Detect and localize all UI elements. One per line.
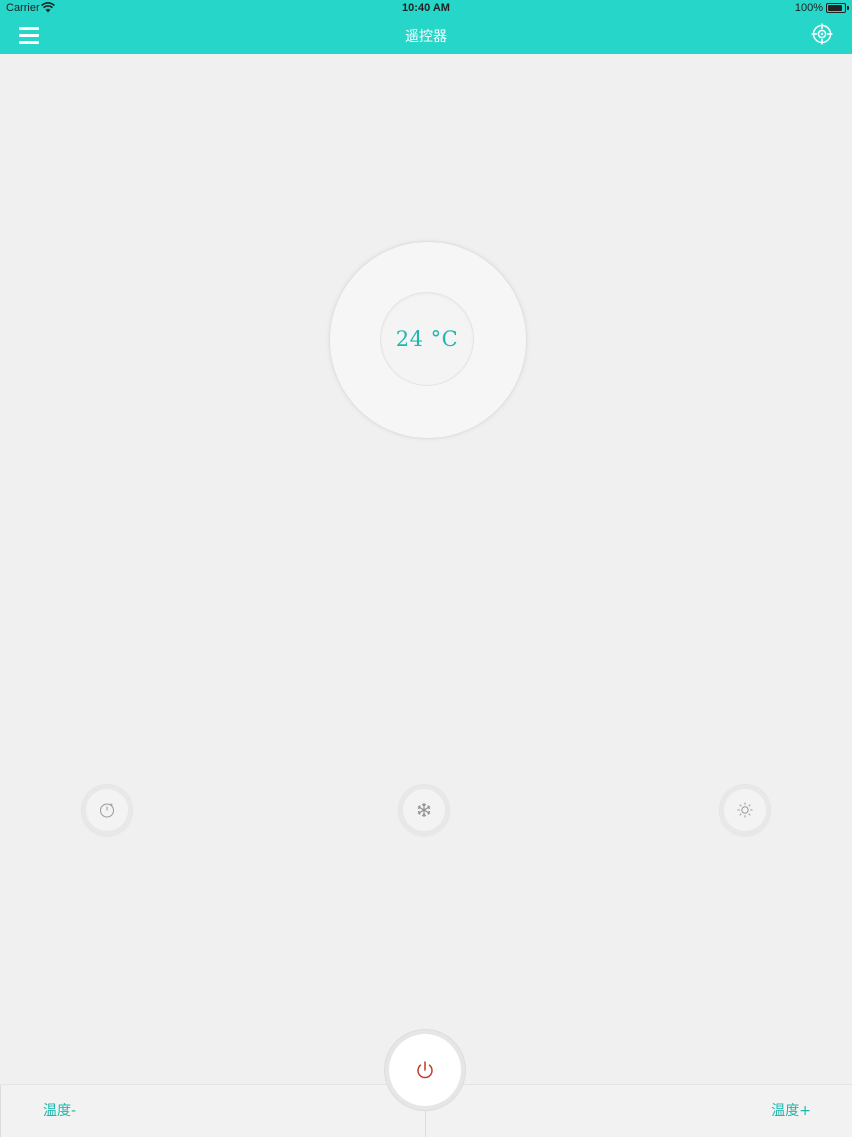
temperature-display: 24 °C [381, 293, 473, 385]
battery-percent: 100% [794, 2, 823, 14]
power-icon [417, 1061, 433, 1079]
crosshair-target-icon[interactable] [811, 23, 833, 45]
page-title: 遥控器 [405, 29, 447, 45]
battery-icon [826, 3, 846, 13]
cool-mode-button[interactable] [399, 785, 449, 835]
status-bar: Carrier 10:40 AM 100% [0, 0, 852, 17]
temperature-dial: 24 °C [330, 242, 526, 438]
status-time: 10:40 AM [402, 2, 450, 14]
power-button[interactable] [389, 1034, 461, 1106]
sun-icon [737, 802, 753, 818]
heat-mode-button[interactable] [720, 785, 770, 835]
temp-down-button[interactable]: 温度- [0, 1085, 425, 1137]
app-header: Carrier 10:40 AM 100% 遥控器 [0, 0, 852, 54]
battery-fill [828, 5, 842, 11]
temperature-value: 24 °C [395, 327, 459, 351]
snowflake-icon [417, 803, 431, 817]
nav-bar: 遥控器 [0, 17, 852, 54]
battery-tip [847, 6, 849, 10]
timer-button[interactable] [82, 785, 132, 835]
timer-icon [100, 803, 114, 818]
temp-up-button[interactable]: 温度+ [426, 1085, 852, 1137]
